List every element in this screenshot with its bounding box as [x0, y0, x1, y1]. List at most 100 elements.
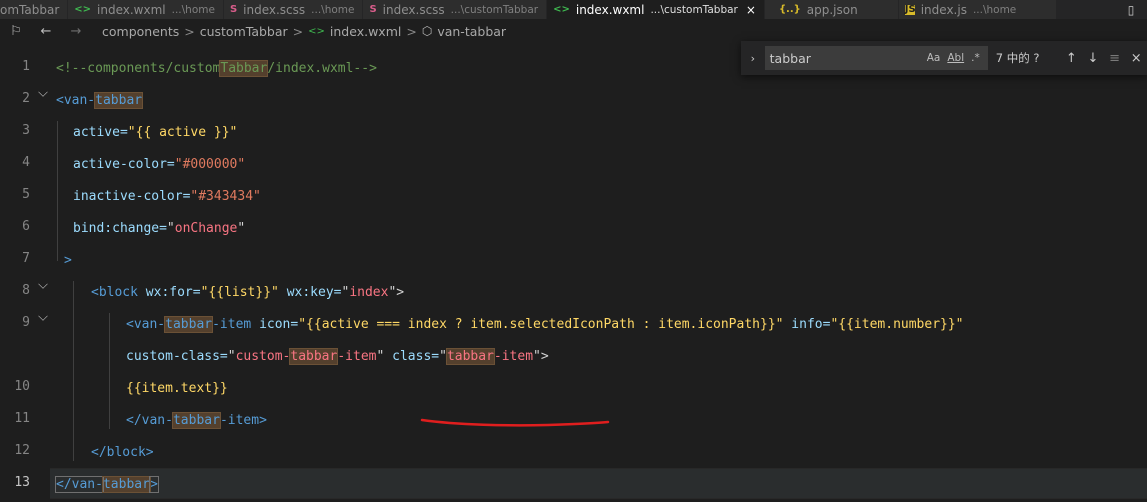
- line-number: 1: [22, 59, 30, 74]
- tag-text: </block>: [91, 445, 154, 460]
- match-case-icon[interactable]: Aa: [927, 52, 941, 64]
- code-line: <block wx:for="{{list}}" wx:key="index">: [91, 283, 404, 303]
- find-result-count: 7 中的 ?: [995, 51, 1040, 65]
- line-number: 12: [14, 443, 30, 458]
- breadcrumb-bar: ⚐ ← → components > customTabbar > <> ind…: [0, 19, 1147, 43]
- tab-label: index.wxml: [575, 2, 645, 17]
- quote: ">: [533, 349, 549, 364]
- code-line: active="{{ active }}": [73, 123, 237, 143]
- find-query: tabbar: [769, 50, 811, 66]
- tab-description: ...\home: [972, 3, 1017, 16]
- next-match-icon[interactable]: ↓: [1082, 51, 1104, 66]
- breadcrumb-separator: >: [184, 23, 195, 39]
- close-tab-icon[interactable]: ×: [746, 3, 756, 17]
- code-line: <!--components/customTabbar/index.wxml--…: [56, 59, 377, 79]
- attr-value: index: [349, 285, 389, 300]
- quote: ": [166, 221, 175, 236]
- breadcrumb-item-file[interactable]: index.wxml: [330, 24, 401, 39]
- line-number: 5: [22, 187, 30, 202]
- whole-word-icon[interactable]: Abl: [947, 52, 964, 64]
- wxml-file-icon: <>: [308, 25, 325, 37]
- fold-chevron-icon[interactable]: [38, 87, 48, 97]
- red-underline-annotation: [420, 418, 610, 427]
- code-line: </van-tabbar>: [55, 475, 159, 495]
- previous-match-icon[interactable]: ↑: [1061, 51, 1083, 66]
- tab-label: index.scss: [382, 2, 445, 17]
- wxml-file-icon: <>: [74, 4, 92, 15]
- attr-value: "{{ active }}": [127, 125, 238, 140]
- attr-value: -item: [337, 349, 377, 364]
- find-in-selection-icon[interactable]: ≡: [1104, 51, 1126, 66]
- tab-description: ...\home: [311, 3, 355, 16]
- breadcrumb: components > customTabbar > <> index.wxm…: [102, 24, 506, 39]
- attr-value: "{{item.number}}": [830, 317, 964, 332]
- tag-text: </van-: [55, 476, 104, 493]
- line-number: 6: [22, 219, 30, 234]
- tag-text: <block: [91, 285, 146, 300]
- line-number: 2: [22, 91, 30, 106]
- attr-name: wx:key=: [278, 285, 342, 300]
- line-number: 11: [14, 411, 30, 426]
- quote: ">: [388, 285, 405, 300]
- tab-home-index-wxml[interactable]: <> index.wxml ...\home: [68, 0, 224, 19]
- line-number: 13: [14, 475, 30, 490]
- tag-text: </van-: [126, 413, 173, 428]
- search-match: tabbar: [94, 92, 144, 109]
- attr-name: custom-class=: [126, 349, 228, 364]
- tab-label: index.js: [920, 2, 967, 17]
- attr-name: active=: [73, 125, 128, 140]
- tab-app-json[interactable]: {..} app.json: [764, 0, 899, 19]
- find-widget: › tabbar Aa Abl .* 7 中的 ? ↑ ↓ ≡ ×: [741, 41, 1147, 75]
- breadcrumb-item-symbol[interactable]: van-tabbar: [437, 24, 506, 39]
- bookmark-icon[interactable]: ⚐: [8, 24, 24, 39]
- code-content[interactable]: <!--components/customTabbar/index.wxml--…: [55, 43, 1147, 502]
- attr-value: custom-: [235, 349, 291, 364]
- tag-text: >: [148, 476, 159, 493]
- comment-text: /index.wxml-->: [267, 61, 377, 76]
- line-number: 8: [22, 283, 30, 298]
- comment-text: <!--components/custom: [56, 61, 221, 76]
- line-number: 10: [14, 379, 30, 394]
- tag-text: -item: [212, 317, 260, 332]
- scss-file-icon: S: [369, 4, 377, 15]
- search-match: Tabbar: [219, 60, 269, 77]
- breadcrumb-item-customtabbar[interactable]: customTabbar: [200, 24, 288, 39]
- code-line: <van-tabbar-item icon="{{active === inde…: [126, 315, 964, 335]
- breadcrumb-item-components[interactable]: components: [102, 24, 179, 39]
- search-match: tabbar: [171, 412, 221, 429]
- attr-name: info=: [783, 317, 831, 332]
- tab-customtabbar-partial[interactable]: omTabbar: [0, 0, 69, 19]
- element-symbol-icon: ⬡: [421, 24, 433, 38]
- attr-value: -item: [493, 349, 534, 364]
- split-editor-icon[interactable]: ▯: [1115, 0, 1147, 19]
- tab-label: app.json: [806, 2, 858, 17]
- editor-tab-bar: omTabbar <> index.wxml ...\home S index.…: [0, 0, 1147, 19]
- scss-file-icon: S: [229, 4, 238, 15]
- close-find-icon[interactable]: ×: [1125, 51, 1147, 66]
- code-editor[interactable]: 1 2 3 4 5 6 7 8 9 10 11 12 13 <!--compon…: [0, 43, 1147, 502]
- line-number: 4: [22, 155, 30, 170]
- regex-icon[interactable]: .*: [971, 52, 980, 64]
- attr-value: "{{active === index ? item.selectedIconP…: [298, 317, 784, 332]
- code-line-wrapped: custom-class="custom-tabbar-item" class=…: [126, 347, 549, 367]
- attr-name: inactive-color=: [73, 189, 191, 204]
- tab-customtabbar-index-scss[interactable]: S index.scss ...\customTabbar: [363, 0, 548, 19]
- fold-chevron-icon[interactable]: [38, 279, 48, 289]
- forward-arrow-icon[interactable]: →: [68, 24, 84, 39]
- code-line: </block>: [91, 443, 154, 463]
- line-number-gutter: 1 2 3 4 5 6 7 8 9 10 11 12 13: [0, 43, 50, 502]
- attr-value: onChange: [174, 221, 238, 236]
- back-arrow-icon[interactable]: ←: [38, 24, 54, 39]
- find-input[interactable]: tabbar Aa Abl .*: [764, 46, 988, 70]
- search-match: tabbar: [289, 348, 339, 365]
- tab-customtabbar-index-wxml[interactable]: <> index.wxml ...\customTabbar ×: [547, 0, 765, 19]
- json-file-icon: {..}: [778, 4, 801, 15]
- tab-home-index-scss[interactable]: S index.scss ...\home: [223, 0, 364, 19]
- code-line: <van-tabbar: [56, 91, 144, 111]
- toggle-replace-chevron-icon[interactable]: ›: [743, 52, 763, 65]
- attr-name: active-color=: [73, 157, 175, 172]
- search-match: tabbar: [445, 348, 495, 365]
- tab-home-index-js[interactable]: JS index.js ...\home: [898, 0, 1058, 19]
- fold-chevron-icon[interactable]: [38, 311, 48, 321]
- text-content: {{item.text}}: [126, 381, 228, 396]
